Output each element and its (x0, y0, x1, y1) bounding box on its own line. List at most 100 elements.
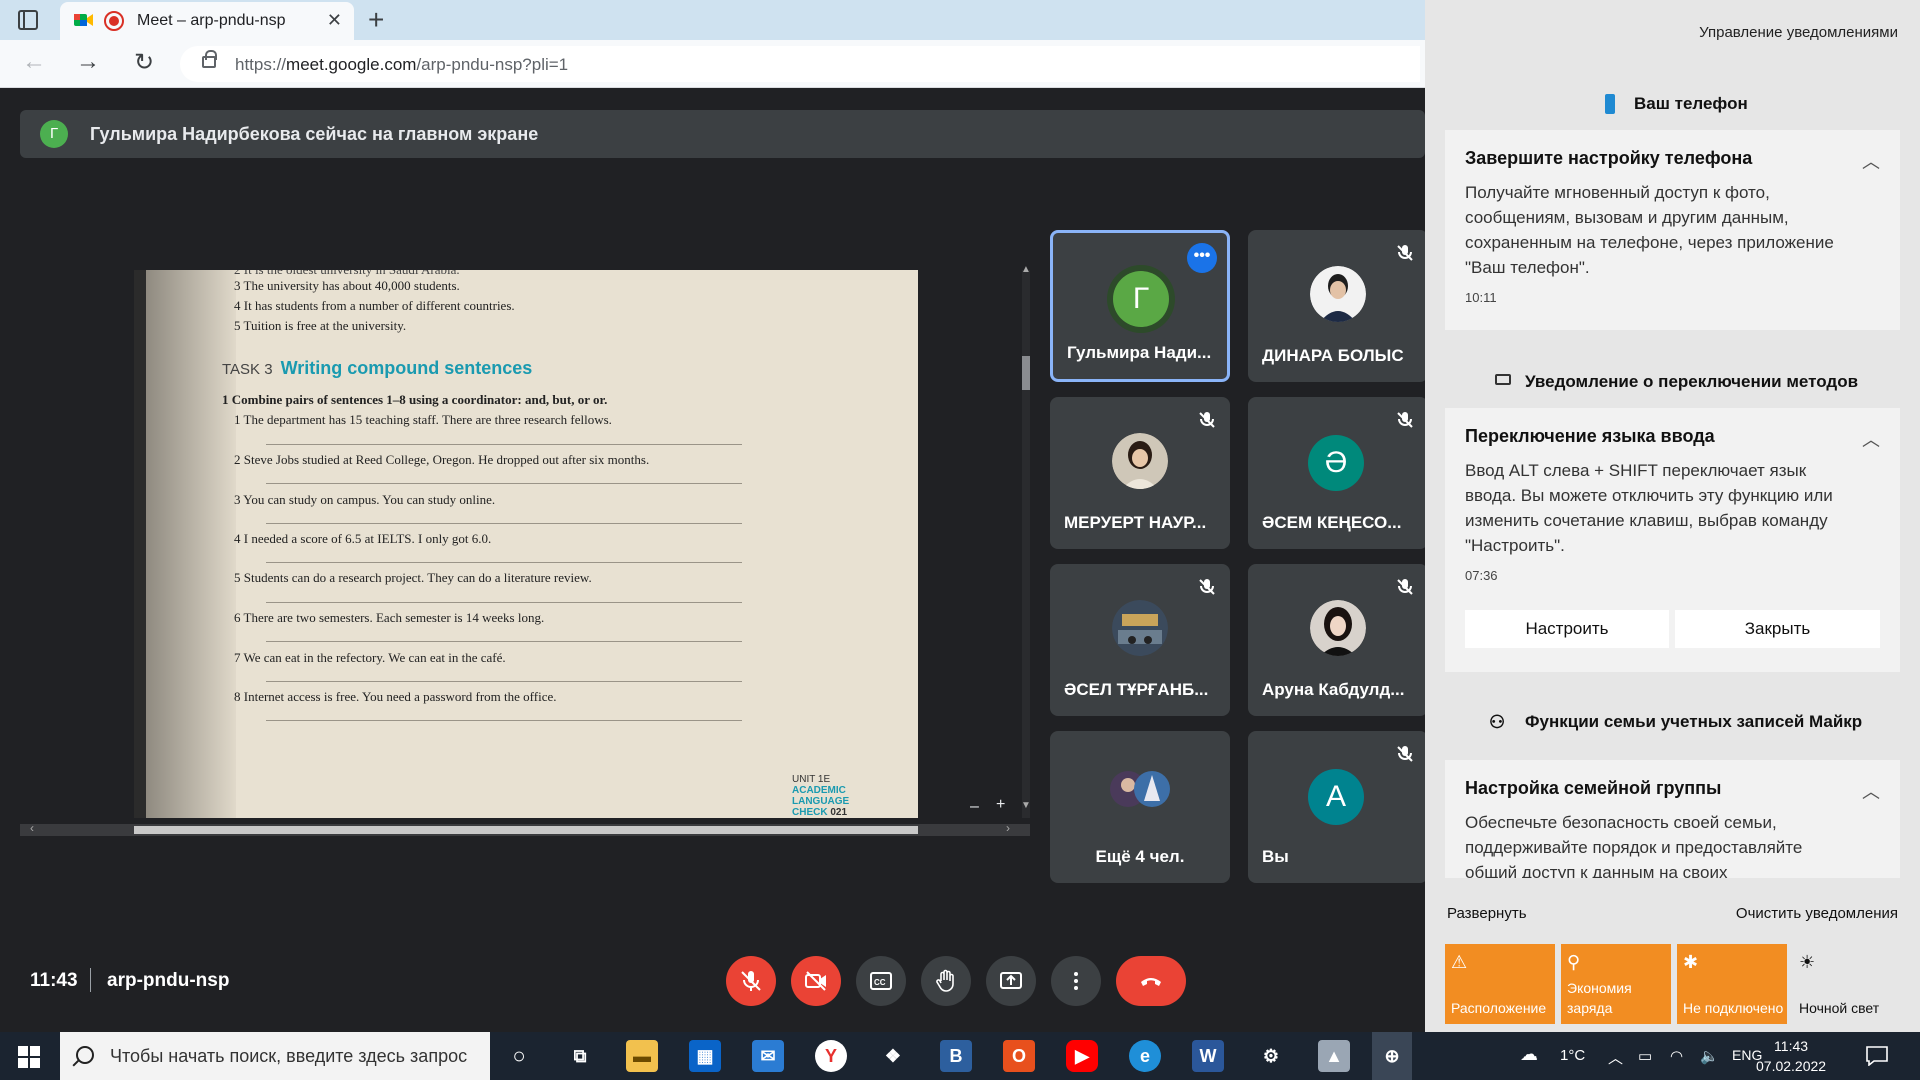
doc-line: 2 It is the oldest university in Saudi A… (234, 270, 460, 278)
wifi-icon[interactable]: ◠ (1670, 1047, 1683, 1065)
notification-title: Переключение языка ввода (1465, 426, 1715, 446)
participant-tile[interactable]: А Вы (1248, 731, 1428, 883)
vpn-b-icon[interactable]: B (940, 1040, 972, 1072)
reload-button[interactable]: ↻ (128, 48, 160, 77)
clear-notifications-link[interactable]: Очистить уведомления (1736, 905, 1898, 922)
leave-call-button[interactable] (1116, 956, 1186, 1006)
photos-icon[interactable]: ▲ (1318, 1040, 1350, 1072)
weather-icon[interactable]: ☁ (1520, 1044, 1538, 1065)
google-meet-icon (74, 14, 93, 26)
scrollbar-thumb[interactable] (134, 826, 918, 834)
doc-line: 4 It has students from a number of diffe… (234, 298, 515, 313)
scroll-left-icon[interactable]: ‹ (30, 821, 34, 835)
expand-link[interactable]: Развернуть (1447, 905, 1527, 922)
browser-tab[interactable]: Meet – arp-pndu-nsp ✕ (60, 2, 354, 40)
exercise-item: 5 Students can do a research project. Th… (234, 570, 592, 585)
avatar: Г (1113, 271, 1169, 327)
more-participants-label: Ещё 4 чел. (1095, 847, 1185, 866)
cortana-icon[interactable]: ○ (503, 1040, 535, 1072)
battery-icon[interactable]: ▭ (1638, 1047, 1652, 1065)
zoom-in-button[interactable]: + (996, 796, 1005, 814)
presenting-banner: Г Гульмира Надирбекова сейчас на главном… (20, 110, 1425, 158)
participant-tile[interactable]: ӘСЕЛ ТҰРҒАНБ... (1050, 564, 1230, 716)
quick-action-location[interactable]: ⚠ Расположение (1445, 944, 1555, 1024)
closed-captions-icon: CC (870, 972, 892, 990)
camera-toggle-button[interactable] (791, 956, 841, 1006)
participant-name: Аруна Кабдулд... (1262, 680, 1405, 699)
office-icon[interactable]: O (1003, 1040, 1035, 1072)
chevron-up-icon[interactable]: ︿ (1608, 1047, 1623, 1068)
present-screen-button[interactable] (986, 956, 1036, 1006)
windows-start-icon[interactable] (18, 1046, 40, 1068)
microsoft-store-icon[interactable]: ▦ (689, 1040, 721, 1072)
participant-tile[interactable]: Ә ӘСЕМ КЕҢЕСО... (1248, 397, 1428, 549)
notification-title: Настройка семейной группы (1465, 778, 1722, 798)
mic-off-icon (1397, 579, 1413, 595)
taskbar-search-input[interactable]: Чтобы начать поиск, введите здесь запрос (60, 1032, 490, 1080)
participant-tile[interactable]: Ещё 4 чел. (1050, 731, 1230, 883)
settings-button[interactable]: Настроить (1465, 610, 1669, 648)
notifications-icon[interactable] (1866, 1046, 1888, 1066)
word-icon[interactable]: W (1192, 1040, 1224, 1072)
address-bar: ← → ↻ https://meet.google.com/arp-pndu-n… (0, 40, 1425, 88)
lock-icon[interactable] (202, 50, 217, 68)
volume-icon[interactable]: 🔈 (1700, 1047, 1719, 1065)
answer-line (266, 602, 742, 603)
zoom-out-button[interactable]: – (970, 798, 979, 816)
captions-button[interactable]: CC (856, 956, 906, 1006)
participant-tile[interactable]: Аруна Кабдулд... (1248, 564, 1428, 716)
notification-card[interactable]: Настройка семейной группы ︿ Обеспечьте б… (1445, 760, 1900, 878)
url-input[interactable]: https://meet.google.com/arp-pndu-nsp?pli… (180, 46, 1420, 82)
browser-tab-strip: Meet – arp-pndu-nsp ✕ + (0, 0, 1425, 40)
mic-toggle-button[interactable] (726, 956, 776, 1006)
vertical-scrollbar[interactable]: ▲ ▼ (1021, 264, 1031, 818)
clock[interactable]: 11:43 07.02.2022 (1756, 1036, 1826, 1076)
settings-gear-icon[interactable]: ⚙ (1255, 1040, 1287, 1072)
meeting-code: arp-pndu-nsp (107, 970, 230, 991)
page-footer: UNIT 1E ACADEMIC LANGUAGE CHECK 021 (792, 774, 850, 818)
quick-action-night-light[interactable]: ☀ Ночной свет (1793, 944, 1903, 1024)
notification-title: Завершите настройку телефона (1465, 148, 1753, 168)
file-explorer-icon[interactable]: ▬ (626, 1040, 658, 1072)
temperature[interactable]: 1°C (1560, 1047, 1585, 1064)
mail-icon[interactable]: ✉ (752, 1040, 784, 1072)
answer-line (266, 681, 742, 682)
task-instruction: 1 Combine pairs of sentences 1–8 using a… (222, 392, 608, 407)
youtube-icon[interactable]: ▶ (1066, 1040, 1098, 1072)
quick-action-battery-saver[interactable]: ⚲ Экономия заряда (1561, 944, 1671, 1024)
chevron-up-icon[interactable]: ︿ (1862, 426, 1880, 452)
participant-tile[interactable]: МЕРУЕРТ НАУР... (1050, 397, 1230, 549)
new-tab-button[interactable]: + (368, 4, 384, 36)
notification-card[interactable]: Переключение языка ввода ︿ Ввод ALT слев… (1445, 408, 1900, 672)
participant-name: ӘСЕЛ ТҰРҒАНБ... (1064, 680, 1209, 699)
doc-line: 5 Tuition is free at the university. (234, 318, 407, 333)
avatar (1112, 600, 1168, 656)
horizontal-scrollbar[interactable]: ‹ › (20, 821, 1030, 836)
steam-icon[interactable]: ⊕ (1372, 1032, 1412, 1080)
manage-notifications-link[interactable]: Управление уведомлениями (1699, 24, 1898, 41)
exercise-item: 3 You can study on campus. You can study… (234, 492, 496, 507)
scroll-up-icon[interactable]: ▲ (1021, 264, 1031, 275)
avatar (1112, 433, 1168, 489)
participant-tile[interactable]: ДИНАРА БОЛЫС (1248, 230, 1428, 382)
task-view-icon[interactable]: ⧉ (564, 1040, 596, 1072)
tab-actions-icon[interactable] (18, 10, 38, 30)
chevron-up-icon[interactable]: ︿ (1862, 778, 1880, 804)
more-options-icon[interactable]: ••• (1187, 243, 1217, 273)
scroll-down-icon[interactable]: ▼ (1021, 800, 1031, 811)
forward-button[interactable]: → (72, 48, 104, 76)
quick-action-bluetooth[interactable]: ✱ Не подключено (1677, 944, 1787, 1024)
close-button[interactable]: Закрыть (1675, 610, 1880, 648)
back-button[interactable]: ← (18, 48, 50, 76)
more-options-button[interactable] (1051, 956, 1101, 1006)
dropbox-icon[interactable]: ❖ (877, 1040, 909, 1072)
edge-icon[interactable]: e (1129, 1040, 1161, 1072)
scroll-right-icon[interactable]: › (1006, 821, 1010, 835)
chevron-up-icon[interactable]: ︿ (1862, 148, 1880, 174)
participant-tile[interactable]: Г ••• Гульмира Нади... (1050, 230, 1230, 382)
scrollbar-thumb[interactable] (1022, 356, 1030, 390)
notification-card[interactable]: Завершите настройку телефона ︿ Получайте… (1445, 130, 1900, 330)
yandex-browser-icon[interactable]: Y (815, 1040, 847, 1072)
raise-hand-button[interactable] (921, 956, 971, 1006)
close-tab-icon[interactable]: ✕ (327, 10, 342, 31)
